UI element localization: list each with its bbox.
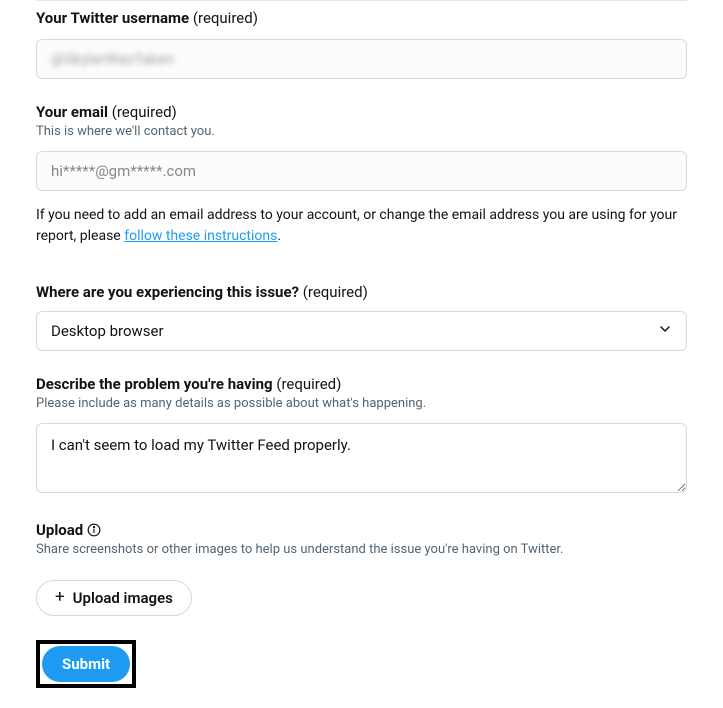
describe-helper: Please include as many details as possib… [36,395,687,413]
plus-icon: + [55,589,65,606]
issue-location-required: (required) [303,283,368,301]
upload-images-button[interactable]: + Upload images [36,580,192,616]
describe-field-group: Describe the problem you're having (requ… [36,375,687,497]
username-label-text: Your Twitter username [36,9,189,27]
describe-textarea[interactable] [36,423,687,493]
divider [36,0,687,1]
describe-label-text: Describe the problem you're having [36,375,273,393]
support-form: Your Twitter username (required) @Skyler… [0,0,723,708]
upload-helper: Share screenshots or other images to hel… [36,541,687,559]
email-helper: This is where we'll contact you. [36,123,687,141]
upload-label: Upload [36,521,83,539]
email-note: If you need to add an email address to y… [36,205,687,247]
issue-location-select-wrapper: Desktop browser [36,311,687,351]
email-label-text: Your email [36,103,108,121]
email-note-suffix: . [277,228,281,244]
issue-location-label: Where are you experiencing this issue? (… [36,283,687,301]
upload-button-label: Upload images [73,589,173,607]
username-required: (required) [193,9,258,27]
username-field-group: Your Twitter username (required) @Skyler… [36,9,687,79]
email-instructions-link[interactable]: follow these instructions [124,228,277,244]
describe-required: (required) [276,375,341,393]
issue-location-field-group: Where are you experiencing this issue? (… [36,283,687,351]
email-field-group: Your email (required) This is where we'l… [36,103,687,247]
username-value: @SkylerWasTaken [51,50,174,68]
username-label: Your Twitter username (required) [36,9,687,27]
email-required: (required) [112,103,177,121]
email-label: Your email (required) [36,103,687,121]
upload-field-group: Upload Share screenshots or other images… [36,521,687,615]
info-icon[interactable] [87,523,101,537]
submit-button-label: Submit [62,655,110,673]
issue-location-select[interactable]: Desktop browser [36,311,687,351]
email-input[interactable] [36,151,687,191]
username-input[interactable]: @SkylerWasTaken [36,39,687,79]
describe-label: Describe the problem you're having (requ… [36,375,687,393]
upload-label-row: Upload [36,521,687,539]
submit-button[interactable]: Submit [42,646,130,682]
submit-highlight-box: Submit [36,640,136,688]
issue-location-label-text: Where are you experiencing this issue? [36,283,299,301]
